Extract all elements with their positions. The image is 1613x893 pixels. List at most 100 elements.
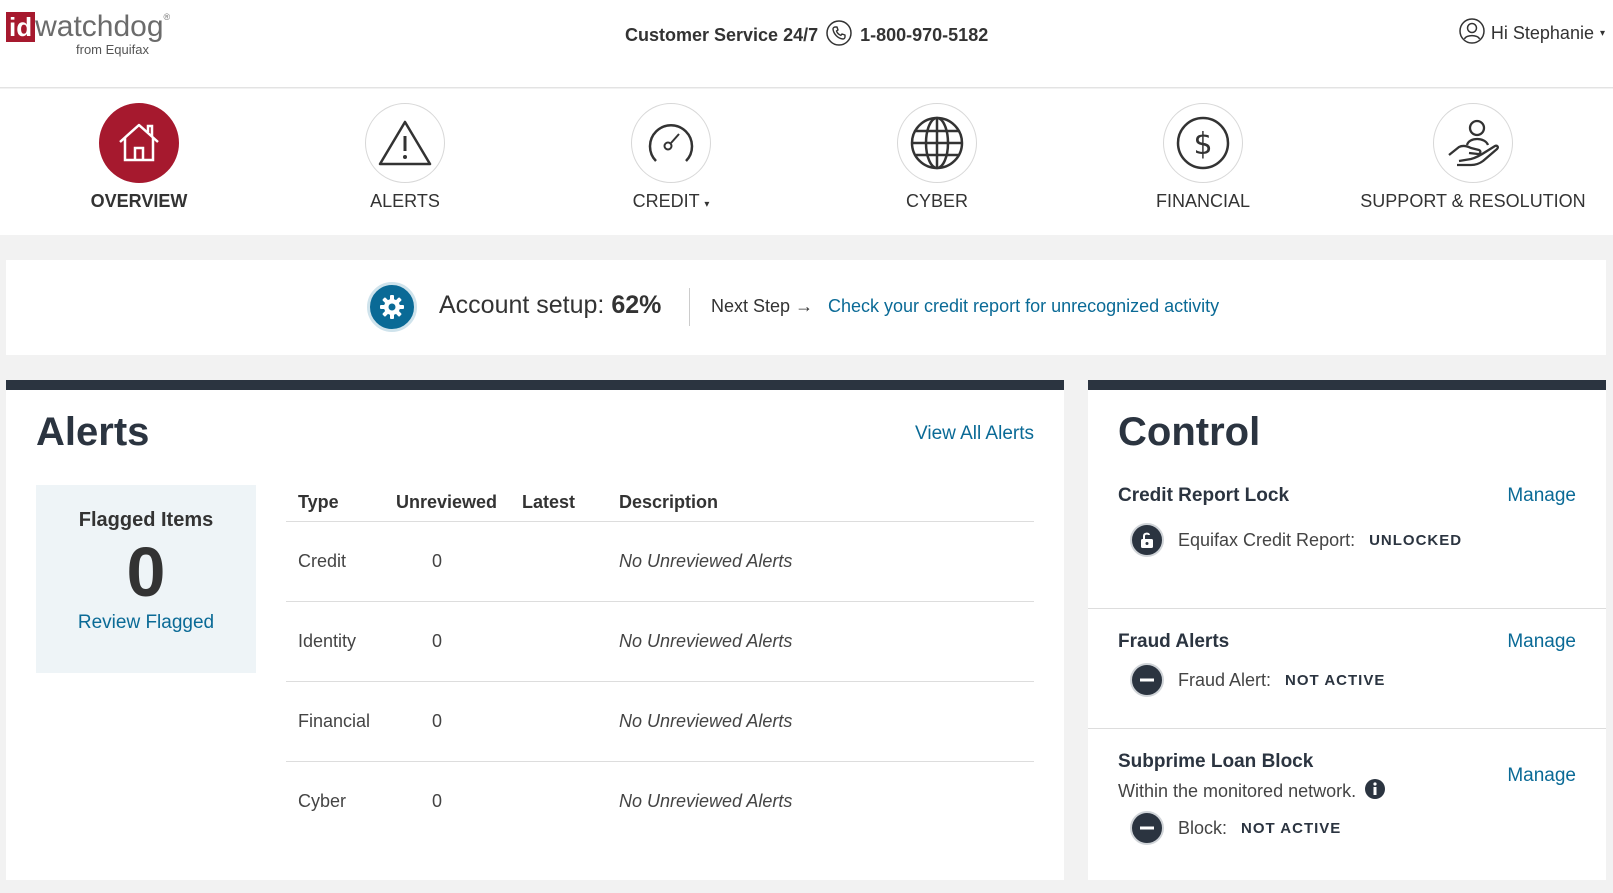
next-step-link[interactable]: Check your credit report for unrecognize… <box>828 296 1219 317</box>
flagged-items-card: Flagged Items 0 Review Flagged <box>36 485 256 673</box>
column-type: Type <box>286 485 384 522</box>
row-latest <box>510 601 607 682</box>
gear-icon <box>367 282 417 332</box>
subprime-subtitle-text: Within the monitored network. <box>1118 781 1357 801</box>
nav-overview[interactable]: OVERVIEW <box>6 103 272 212</box>
home-icon <box>99 103 179 183</box>
row-type: Cyber <box>298 790 347 811</box>
account-setup-label: Account setup: <box>439 291 605 319</box>
row-latest <box>510 521 607 602</box>
idwatchdog-logo[interactable]: id watchdog® from Equifax <box>6 10 171 57</box>
row-latest <box>510 761 607 841</box>
row-type: Financial <box>286 681 384 762</box>
main-nav: OVERVIEW ALERTS CREDIT ▾ CYBER $ FINANCI… <box>0 89 1613 235</box>
chevron-down-icon: ▾ <box>704 199 710 210</box>
fraud-alerts-section: Fraud Alerts Manage Fraud Alert: NOT ACT… <box>1088 609 1606 729</box>
manage-credit-lock-link[interactable]: Manage <box>1507 485 1576 507</box>
customer-service-label: Customer Service 24/7 <box>625 25 819 45</box>
minus-icon <box>1130 663 1164 697</box>
alerts-title: Alerts <box>36 410 150 454</box>
user-greeting: Hi Stephanie <box>1490 23 1594 43</box>
nav-support-resolution[interactable]: SUPPORT & RESOLUTION <box>1340 103 1606 212</box>
row-type: Identity <box>286 601 384 682</box>
column-description: Description <box>607 485 1034 522</box>
nav-financial[interactable]: $ FINANCIAL <box>1070 103 1336 212</box>
control-panel: Control Credit Report Lock Manage Equifa… <box>1088 380 1606 880</box>
nav-support-label: SUPPORT & RESOLUTION <box>1360 191 1586 211</box>
table-row[interactable]: Cyber 0 No Unreviewed Alerts <box>286 761 1034 841</box>
subprime-block-status: Block: NOT ACTIVE <box>1130 811 1341 845</box>
row-latest <box>510 681 607 762</box>
credit-report-lock-title: Credit Report Lock <box>1118 485 1290 506</box>
credit-report-status-value: UNLOCKED <box>1369 531 1463 549</box>
table-row[interactable]: Credit 0 No Unreviewed Alerts <box>286 521 1034 602</box>
alerts-table: Type Unreviewed Latest Description Credi… <box>286 485 1034 841</box>
minus-icon <box>1130 811 1164 845</box>
fraud-alert-status: Fraud Alert: NOT ACTIVE <box>1130 663 1385 697</box>
table-row[interactable]: Identity 0 No Unreviewed Alerts <box>286 601 1034 682</box>
table-row[interactable]: Financial 0 No Unreviewed Alerts <box>286 681 1034 762</box>
row-description: No Unreviewed Alerts <box>607 601 1034 682</box>
review-flagged-link[interactable]: Review Flagged <box>78 612 214 633</box>
subprime-loan-block-title: Subprime Loan Block <box>1118 751 1314 772</box>
arrow-right-icon: → <box>795 296 814 316</box>
alerts-panel: Alerts View All Alerts Flagged Items 0 R… <box>6 380 1064 880</box>
nav-alerts[interactable]: ALERTS <box>272 103 538 212</box>
fraud-alerts-title: Fraud Alerts <box>1118 631 1230 652</box>
row-unreviewed: 0 <box>384 601 510 682</box>
logo-wordmark: watchdog <box>35 10 164 43</box>
fraud-alert-status-label: Fraud Alert: <box>1178 669 1272 690</box>
credit-report-lock-section: Credit Report Lock Manage Equifax Credit… <box>1088 485 1606 609</box>
row-unreviewed: 0 <box>432 790 443 811</box>
credit-report-status-label: Equifax Credit Report: <box>1178 529 1356 550</box>
logo-registered: ® <box>163 12 171 22</box>
support-hand-icon <box>1433 103 1513 183</box>
globe-icon <box>897 103 977 183</box>
nav-credit[interactable]: CREDIT ▾ <box>538 103 804 212</box>
subprime-block-status-value: NOT ACTIVE <box>1241 819 1342 837</box>
phone-number[interactable]: 1-800-970-5182 <box>860 25 988 46</box>
logo-id-mark: id <box>6 12 36 42</box>
unlock-icon <box>1130 523 1164 557</box>
manage-subprime-block-link[interactable]: Manage <box>1507 765 1576 787</box>
row-type: Credit <box>286 521 384 602</box>
next-step: Next Step → <box>711 296 813 317</box>
top-header: id watchdog® from Equifax Customer Servic… <box>0 0 1613 88</box>
chevron-down-icon: ▾ <box>1599 28 1605 39</box>
svg-text:$: $ <box>1193 127 1212 162</box>
account-setup-percent: 62% <box>611 291 662 319</box>
row-description: No Unreviewed Alerts <box>607 521 1034 602</box>
subprime-subtitle: Within the monitored network. <box>1118 778 1386 805</box>
row-unreviewed: 0 <box>384 681 510 762</box>
nav-credit-text: CREDIT <box>632 191 700 211</box>
view-all-alerts-link[interactable]: View All Alerts <box>915 423 1034 445</box>
control-title: Control <box>1118 410 1261 454</box>
gauge-icon <box>631 103 711 183</box>
subprime-block-status-label: Block: <box>1178 817 1228 838</box>
dollar-icon: $ <box>1163 103 1243 183</box>
column-latest: Latest <box>510 485 607 522</box>
user-menu[interactable]: Hi Stephanie ▾ <box>1459 18 1605 49</box>
next-step-label: Next Step <box>711 296 791 316</box>
divider <box>689 288 690 326</box>
phone-icon <box>826 20 852 51</box>
info-icon[interactable] <box>1364 778 1386 805</box>
subprime-loan-block-section: Subprime Loan Block Manage Within the mo… <box>1088 729 1606 879</box>
nav-cyber[interactable]: CYBER <box>804 103 1070 212</box>
nav-overview-label: OVERVIEW <box>90 191 188 211</box>
logo-subtitle: from Equifax <box>76 42 149 57</box>
nav-alerts-label: ALERTS <box>370 191 440 211</box>
row-description: No Unreviewed Alerts <box>607 681 1034 762</box>
account-setup-progress: Account setup: 62% <box>439 291 661 320</box>
column-unreviewed: Unreviewed <box>384 485 510 522</box>
account-setup-banner: Account setup: 62% Next Step → Check you… <box>6 260 1606 355</box>
user-icon <box>1459 18 1485 49</box>
row-description: No Unreviewed Alerts <box>619 790 793 811</box>
warning-icon <box>365 103 445 183</box>
customer-service: Customer Service 24/7 1-800-970-5182 <box>625 20 988 51</box>
manage-fraud-alerts-link[interactable]: Manage <box>1507 631 1576 653</box>
credit-report-lock-status: Equifax Credit Report: UNLOCKED <box>1130 523 1462 557</box>
nav-financial-label: FINANCIAL <box>1155 191 1251 211</box>
fraud-alert-status-value: NOT ACTIVE <box>1285 671 1386 689</box>
table-header-row: Type Unreviewed Latest Description <box>286 485 1034 522</box>
